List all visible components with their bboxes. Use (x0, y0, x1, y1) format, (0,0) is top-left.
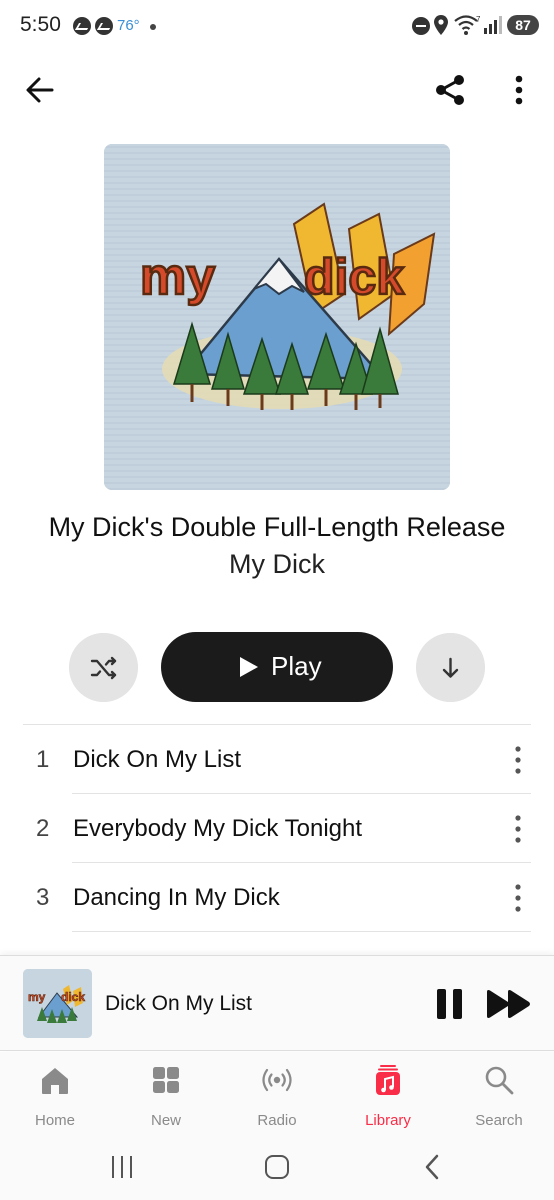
search-icon (485, 1066, 514, 1095)
tab-label: New (150, 1112, 181, 1129)
battery-icon: 87 (507, 15, 539, 35)
messenger-icon (95, 17, 113, 35)
svg-text:my: my (28, 990, 46, 1004)
tab-search[interactable]: Search (454, 1062, 544, 1129)
back-button[interactable] (22, 72, 58, 108)
divider (72, 931, 531, 932)
artwork-illustration: my dick (104, 144, 450, 490)
shuffle-button[interactable] (69, 633, 138, 702)
track-title: Dancing In My Dick (73, 884, 280, 911)
album-title: My Dick's Double Full-Length Release (48, 512, 506, 542)
track-row[interactable]: 2 Everybody My Dick Tonight (0, 794, 554, 863)
tab-library[interactable]: Library (343, 1062, 433, 1129)
track-title: Everybody My Dick Tonight (73, 815, 363, 842)
track-more-icon[interactable] (506, 743, 530, 777)
system-navigation-bar (0, 1132, 554, 1200)
home-icon (42, 1068, 68, 1094)
radio-broadcast-icon (262, 1068, 292, 1092)
grid-icon (153, 1067, 179, 1093)
play-button[interactable]: Play (161, 632, 393, 702)
tab-label: Search (475, 1112, 523, 1129)
track-row[interactable]: 1 Dick On My List (0, 725, 554, 794)
track-row[interactable]: 3 Dancing In My Dick (0, 863, 554, 932)
svg-text:dick: dick (61, 990, 85, 1004)
signal-icon (484, 16, 502, 34)
artwork-illustration: my dick (23, 969, 92, 1038)
tab-label: Radio (257, 1112, 297, 1129)
play-label: Play (271, 651, 322, 681)
track-number: 3 (36, 884, 50, 911)
download-button[interactable] (416, 633, 485, 702)
recent-apps-button[interactable] (110, 1156, 136, 1178)
recent-apps-icon (121, 1156, 123, 1178)
location-icon (434, 15, 448, 35)
now-playing-artwork[interactable]: my dick (23, 969, 92, 1038)
recent-apps-icon (112, 1156, 114, 1178)
album-artwork[interactable]: my dick (104, 144, 450, 490)
svg-text:my: my (140, 248, 215, 306)
track-number: 1 (36, 746, 50, 773)
do-not-disturb-icon (412, 17, 430, 35)
mini-player[interactable]: my dick Dick On My List (0, 955, 554, 1051)
track-title: Dick On My List (73, 746, 242, 773)
pause-button[interactable] (434, 987, 466, 1021)
svg-text:dick: dick (304, 249, 404, 305)
more-options-button[interactable] (502, 72, 536, 108)
status-bar: 5:50 76° 7 87 (0, 0, 554, 52)
status-time: 5:50 (20, 13, 61, 36)
messenger-icon (73, 17, 91, 35)
dot-icon (150, 24, 156, 30)
tab-radio[interactable]: Radio (232, 1062, 322, 1129)
track-number: 2 (36, 815, 50, 842)
album-artist-link[interactable]: My Dick (0, 549, 554, 580)
pause-icon (453, 989, 462, 1019)
home-nav-button[interactable] (265, 1155, 289, 1179)
tab-new[interactable]: New (121, 1062, 211, 1129)
recent-apps-icon (130, 1156, 132, 1178)
tab-home[interactable]: Home (10, 1062, 100, 1129)
fast-forward-button[interactable] (485, 987, 533, 1021)
pause-icon (437, 989, 446, 1019)
svg-text:7: 7 (476, 15, 480, 24)
back-nav-button[interactable] (420, 1154, 446, 1180)
now-playing-title: Dick On My List (105, 992, 253, 1015)
tab-label: Home (34, 1112, 75, 1129)
music-library-icon (376, 1065, 400, 1095)
wifi-icon: 7 (454, 15, 480, 35)
tab-bar: Home New Radio Library Search (0, 1052, 554, 1132)
tab-label: Library (365, 1112, 411, 1129)
play-icon (240, 657, 258, 677)
share-button[interactable] (432, 72, 468, 108)
track-more-icon[interactable] (506, 881, 530, 915)
status-temperature: 76° (117, 17, 140, 34)
track-more-icon[interactable] (506, 812, 530, 846)
